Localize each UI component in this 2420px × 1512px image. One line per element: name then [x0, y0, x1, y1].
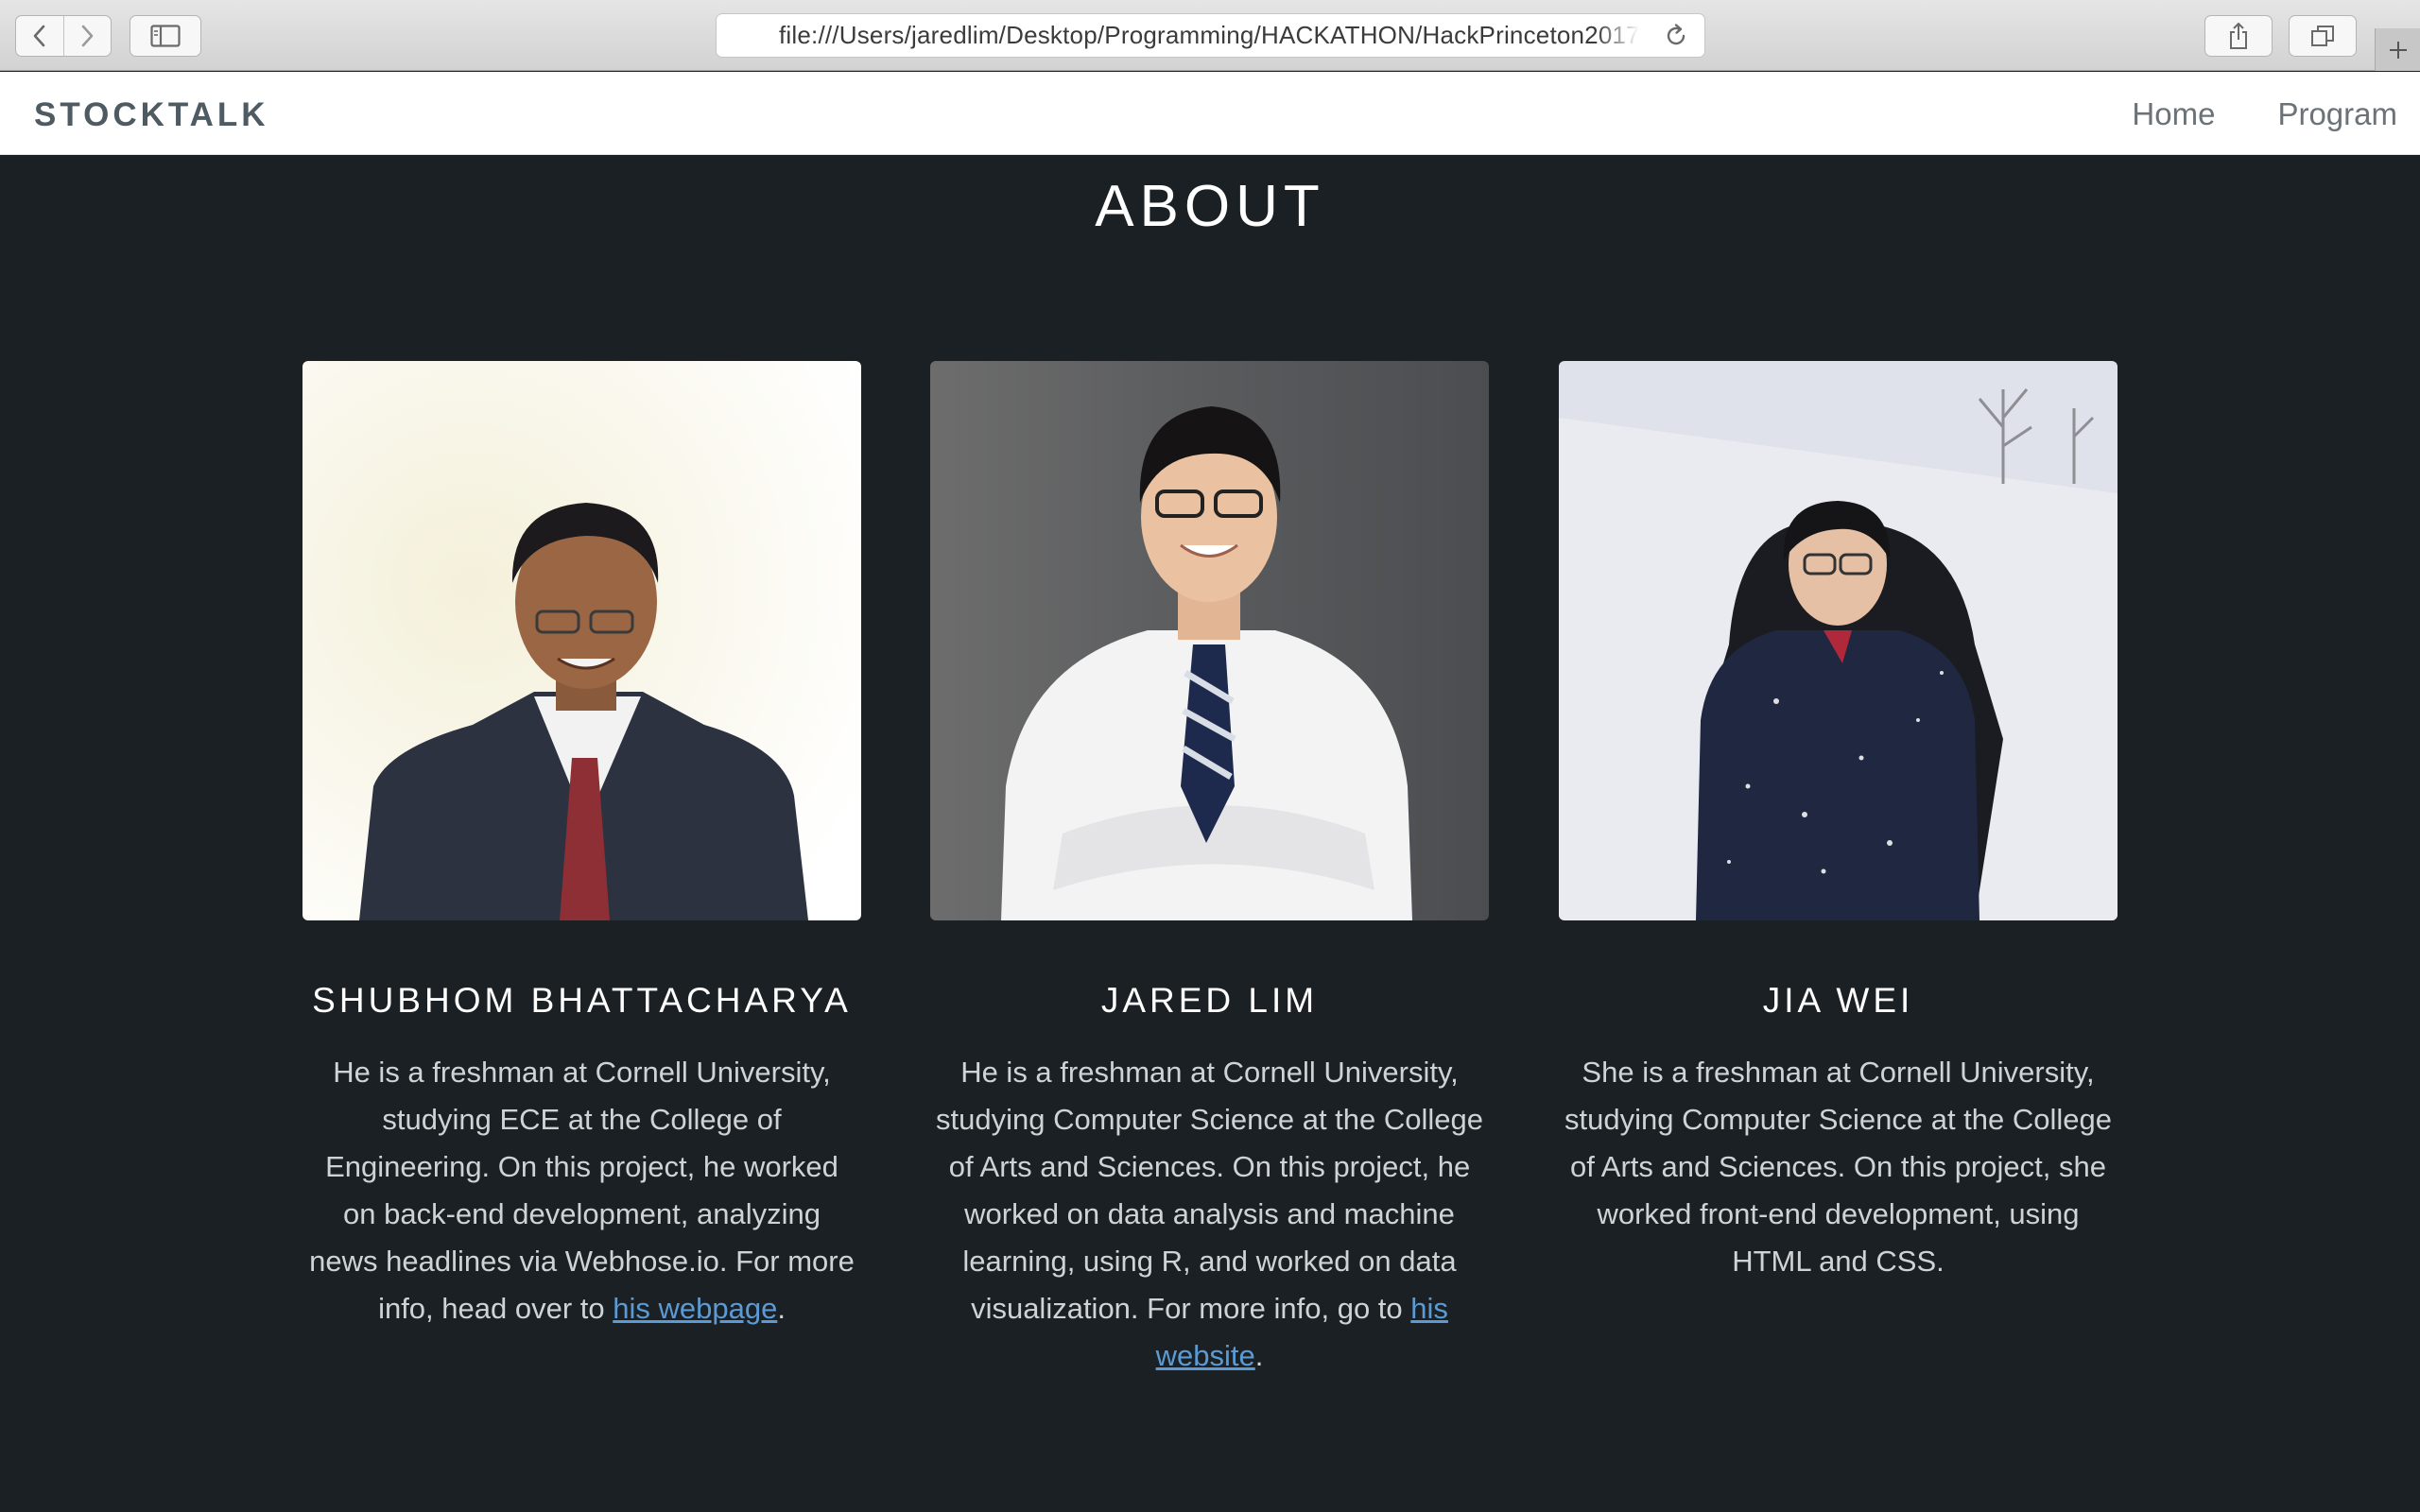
browser-toolbar: file:///Users/jaredlim/Desktop/Programmi… [0, 0, 2420, 71]
profile-photo [302, 361, 861, 920]
nav-link-home[interactable]: Home [2132, 96, 2215, 132]
team-card: JARED LIM He is a freshman at Cornell Un… [930, 361, 1489, 1380]
brand-logo[interactable]: STOCKTALK [34, 96, 269, 134]
nav-menu: Home Program [2069, 96, 2397, 132]
forward-button[interactable] [62, 16, 112, 56]
member-bio: She is a freshman at Cornell University,… [1559, 1049, 2118, 1285]
show-tabs-button[interactable] [2289, 15, 2357, 57]
member-name: JIA WEI [1762, 981, 1914, 1020]
reload-icon[interactable] [1663, 23, 1689, 49]
bio-end: . [777, 1292, 786, 1325]
member-name: SHUBHOM BHATTACHARYA [312, 981, 852, 1020]
bio-text: She is a freshman at Cornell University,… [1564, 1056, 2112, 1278]
member-bio: He is a freshman at Cornell University, … [930, 1049, 1489, 1380]
profile-photo [930, 361, 1489, 920]
bio-end: . [1254, 1339, 1264, 1372]
member-bio: He is a freshman at Cornell University, … [302, 1049, 861, 1332]
plus-icon [2389, 41, 2407, 59]
chevron-left-icon [33, 25, 45, 47]
team-card: SHUBHOM BHATTACHARYA He is a freshman at… [302, 361, 861, 1332]
site-navbar: STOCKTALK Home Program [0, 72, 2420, 155]
history-nav [15, 15, 112, 57]
team-card: JIA WEI She is a freshman at Cornell Uni… [1559, 361, 2118, 1285]
bio-text: He is a freshman at Cornell University, … [936, 1056, 1483, 1325]
bio-text: He is a freshman at Cornell University, … [309, 1056, 855, 1325]
url-text: file:///Users/jaredlim/Desktop/Programmi… [779, 21, 1639, 49]
tabs-icon [2311, 26, 2334, 46]
back-button[interactable] [16, 16, 63, 56]
share-button[interactable] [2204, 15, 2273, 57]
share-icon [2230, 22, 2247, 49]
section-title: ABOUT [1095, 174, 1325, 239]
nav-link-program[interactable]: Program [2277, 96, 2397, 132]
webpage-link[interactable]: his webpage [613, 1292, 777, 1325]
new-tab-button[interactable] [2375, 28, 2420, 71]
sidebar-icon [150, 25, 181, 47]
address-bar[interactable]: file:///Users/jaredlim/Desktop/Programmi… [716, 13, 1705, 58]
profile-photo [1559, 361, 2118, 920]
chevron-right-icon [81, 25, 94, 47]
member-name: JARED LIM [1100, 981, 1319, 1020]
sidebar-toggle-button[interactable] [130, 15, 201, 57]
